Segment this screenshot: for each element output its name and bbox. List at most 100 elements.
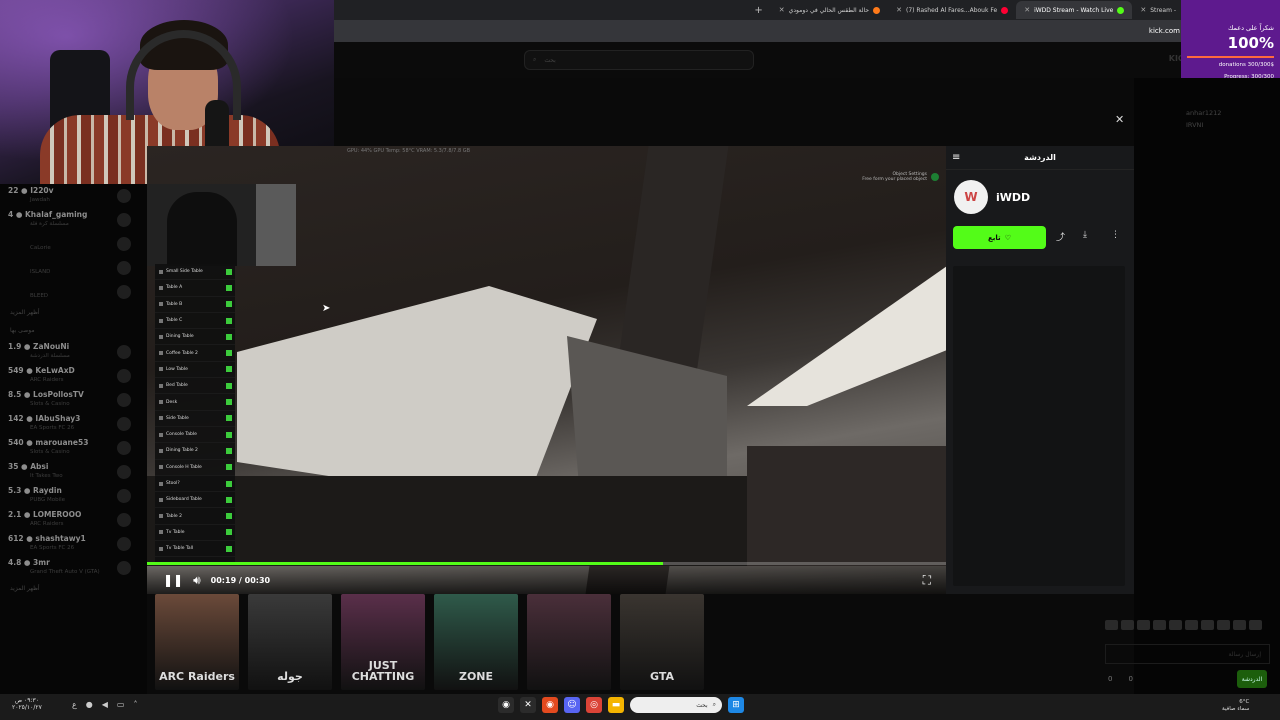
browser-tab-active[interactable]: ✕ iWDD Stream - Watch Live <box>1016 1 1133 19</box>
sidebar-item-name: 5.3 ● Raydin <box>8 486 62 495</box>
video-progress-track[interactable] <box>147 562 947 565</box>
emote-icon[interactable] <box>1201 620 1214 630</box>
sidebar-item-category: EA Sports FC 26 <box>30 425 75 431</box>
category-card[interactable]: ARC Raiders <box>155 594 239 690</box>
sidebar-item[interactable]: CaLorie <box>0 232 147 256</box>
file-explorer-icon[interactable]: ▬ <box>608 697 624 713</box>
video-controls: ❚❚ 🔊︎ 00:19 / 00:30 <box>147 566 947 594</box>
visibility-toggle <box>226 513 232 520</box>
sidebar-item-category: ARC Raiders <box>30 521 64 527</box>
sidebar-section-header[interactable]: أظهر المزيد <box>0 304 147 322</box>
category-card[interactable]: جوله <box>248 594 332 690</box>
windows-taskbar: ٠٩:٣٠ ص ٢٠٢٥/١٠/٢٧ ع ● ◀ ▭ ˄ ◉ ✕ ◉ ☺ ◎ ▬… <box>0 694 1280 720</box>
volume-tray-icon[interactable]: ◀ <box>102 700 108 709</box>
sidebar-item[interactable]: 5.3 ● Raydin PUBG Mobile <box>0 484 147 508</box>
sidebar-item[interactable]: 612 ● shashtawy1 EA Sports FC 26 <box>0 532 147 556</box>
sidebar-item[interactable]: 4.8 ● 3mr Grand Theft Auto V (GTA) <box>0 556 147 580</box>
second-count: 0 <box>1128 675 1133 683</box>
channel-name[interactable]: iWDD <box>996 191 1030 204</box>
language-indicator[interactable]: ع <box>72 700 77 709</box>
category-card[interactable]: GTA <box>620 594 704 690</box>
layer-label: Dining Table <box>166 334 194 340</box>
chat-input-area: إرسال رسالة 0 0 الدردشة <box>1100 620 1270 690</box>
emote-icon[interactable] <box>1185 620 1198 630</box>
collapse-chat-icon[interactable]: ≡ <box>952 152 960 163</box>
close-tab-icon[interactable]: ✕ <box>1024 6 1030 14</box>
pause-icon[interactable]: ❚❚ <box>163 573 183 587</box>
browser-tab[interactable]: ✕ (7) Rashed Al Fares...Abouk Fe <box>888 1 1016 19</box>
layer-icon <box>159 497 163 502</box>
sidebar-item[interactable]: 4 ● Khalaf_gaming مسلسلة كرة فلة <box>0 208 147 232</box>
emote-icon[interactable] <box>1249 620 1262 630</box>
network-icon[interactable]: ▭ <box>117 700 125 709</box>
close-tab-icon[interactable]: ✕ <box>779 6 785 14</box>
follow-button[interactable]: تابع ♡ <box>953 226 1046 249</box>
chat-send-button[interactable]: الدردشة <box>1237 670 1267 688</box>
sidebar-item-category: Grand Theft Auto V (GTA) <box>30 569 100 575</box>
sidebar-item[interactable]: 8.5 ● LosPollosTV Slots & Casino <box>0 388 147 412</box>
sidebar-item[interactable]: 22 ● I220v Jawdah <box>0 184 147 208</box>
close-tab-icon[interactable]: ✕ <box>896 6 902 14</box>
mic-icon[interactable]: ● <box>86 700 93 709</box>
close-tab-icon[interactable]: ✕ <box>1140 6 1146 14</box>
sidebar-item[interactable]: 35 ● Absi It Takes Two <box>0 460 147 484</box>
sidebar-section-header[interactable]: موصى بها <box>0 322 147 340</box>
share-icon[interactable]: ⤴ <box>1056 230 1065 243</box>
sidebar-item[interactable]: BLEED <box>0 280 147 304</box>
sidebar-item[interactable]: 549 ● KeLwAxD ARC Raiders <box>0 364 147 388</box>
origin-icon[interactable]: ◉ <box>542 697 558 713</box>
snipping-tool-icon[interactable]: ✕ <box>520 697 536 713</box>
taskbar-clock[interactable]: ٠٩:٣٠ ص ٢٠٢٥/١٠/٢٧ <box>12 697 42 711</box>
obs-icon[interactable]: ◉ <box>498 697 514 713</box>
sidebar-item[interactable]: 2.1 ● LOMEROOO ARC Raiders <box>0 508 147 532</box>
address-bar[interactable]: kick.com <box>334 20 1280 42</box>
new-tab-button[interactable]: + <box>746 5 770 16</box>
taskbar-search[interactable]: بحث ⌕ <box>630 697 722 713</box>
download-icon[interactable]: ⤓ <box>1083 230 1087 240</box>
chat-title: الدردشة <box>1024 153 1056 162</box>
category-card[interactable]: JUST CHATTING <box>341 594 425 690</box>
chevron-up-icon[interactable]: ˄ <box>133 700 137 709</box>
layer-item: Console H Table <box>155 460 235 476</box>
video-time: 00:19 / 00:30 <box>210 575 271 585</box>
close-icon[interactable]: ✕ <box>1115 113 1124 126</box>
emote-icon[interactable] <box>1217 620 1230 630</box>
sidebar-item[interactable]: 142 ● IAbuShay3 EA Sports FC 26 <box>0 412 147 436</box>
more-options-icon[interactable]: ⋮ <box>1111 230 1120 240</box>
emote-icon[interactable] <box>1169 620 1182 630</box>
sidebar-item[interactable]: ISLAND <box>0 256 147 280</box>
video-progress-fill <box>147 562 663 565</box>
video-player[interactable]: GPU: 44% GPU Temp: 58°C VRAM: 5.3/7.8/7.… <box>147 146 947 594</box>
channel-info[interactable]: W iWDD <box>954 180 1030 214</box>
browser-tab[interactable]: ✕ حالة الطقس الحالي في دومودي <box>771 1 888 19</box>
volume-icon[interactable]: 🔊︎ <box>193 573 201 588</box>
emote-icon[interactable] <box>1105 620 1118 630</box>
site-header: ⌕ بحث KICK <box>334 42 1280 78</box>
weather-widget[interactable]: 6°C سماء صافية <box>1222 699 1249 712</box>
sidebar-item[interactable]: 1.9 ● ZaNouNi مسلسلة الدردشة <box>0 340 147 364</box>
site-search-input[interactable]: ⌕ بحث <box>524 50 754 70</box>
sidebar-section-header[interactable]: أظهر المزيد <box>0 580 147 598</box>
layer-icon <box>159 416 163 421</box>
fullscreen-icon[interactable]: ⛶ <box>923 573 931 588</box>
tab-title: iWDD Stream - Watch Live <box>1034 6 1114 14</box>
chat-input[interactable]: إرسال رسالة <box>1105 644 1270 664</box>
chrome-icon[interactable]: ◎ <box>586 697 602 713</box>
visibility-toggle <box>226 382 232 389</box>
layer-label: Desk <box>166 399 178 405</box>
category-card[interactable]: ZONE <box>434 594 518 690</box>
category-card[interactable] <box>527 594 611 690</box>
sidebar-item[interactable]: 540 ● marouane53 Slots & Casino <box>0 436 147 460</box>
layer-icon <box>159 285 163 290</box>
windows-start-icon[interactable]: ⊞ <box>728 697 744 713</box>
category-title: JUST CHATTING <box>351 659 415 683</box>
emote-icon[interactable] <box>1121 620 1134 630</box>
discord-icon[interactable]: ☺ <box>564 697 580 713</box>
emote-icon[interactable] <box>1153 620 1166 630</box>
layer-label: Low Table <box>166 366 188 372</box>
sidebar-item-category: Slots & Casino <box>30 401 70 407</box>
emote-icon[interactable] <box>1233 620 1246 630</box>
chat-header: ≡ الدردشة <box>946 146 1134 170</box>
channel-avatar[interactable]: W <box>954 180 988 214</box>
emote-icon[interactable] <box>1137 620 1150 630</box>
